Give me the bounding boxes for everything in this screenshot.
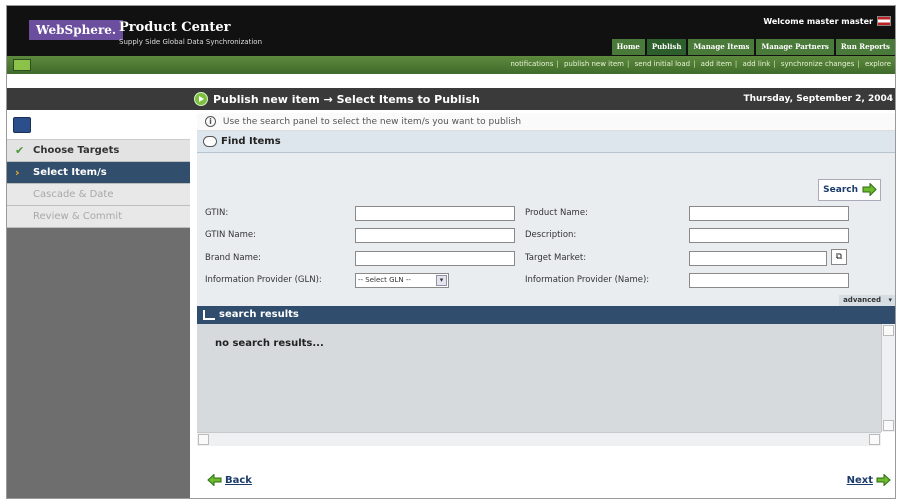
back-link[interactable]: Back — [207, 474, 252, 486]
subnav-link-add-link[interactable]: add link — [742, 60, 770, 68]
main-content: i Use the search panel to select the new… — [197, 113, 895, 498]
product-name-input[interactable] — [689, 206, 849, 221]
wizard-step-label: Select Item/s — [33, 167, 107, 178]
arrow-right-icon — [862, 183, 877, 196]
wizard-step-label: Review & Commit — [33, 211, 123, 222]
wizard-icon — [13, 117, 31, 133]
info-icon: i — [205, 116, 216, 127]
arrow-right-icon — [876, 474, 891, 486]
welcome-text: Welcome master master — [763, 17, 873, 26]
go-arrow-icon — [194, 92, 208, 106]
horizontal-scrollbar[interactable] — [197, 432, 881, 446]
arrow-left-icon — [207, 474, 222, 486]
product-name-label: Product Name: — [525, 208, 588, 218]
speech-bubble-icon — [203, 136, 217, 147]
scroll-down-button[interactable] — [883, 420, 894, 431]
info-provider-name-label: Information Provider (Name): — [525, 275, 650, 285]
websphere-logo: WebSphere. — [29, 20, 124, 40]
info-message-text: Use the search panel to select the new i… — [222, 117, 522, 127]
page-title-bar: Publish new item → Select Items to Publi… — [7, 88, 895, 110]
page-title: Publish new item → Select Items to Publi… — [213, 93, 480, 106]
subnav-link-publish-new-item[interactable]: publish new item — [564, 60, 624, 68]
vertical-scrollbar[interactable] — [881, 324, 895, 432]
scroll-right-button[interactable] — [869, 434, 880, 445]
sub-navigation: notifications | publish new item | send in… — [7, 56, 895, 74]
flag-icon[interactable] — [877, 16, 891, 26]
wizard-footer: Back Next — [197, 463, 895, 493]
top-header: WebSphere. Product Center Supply Side Gl… — [7, 6, 895, 56]
wizard-step-label: Cascade & Date — [33, 189, 114, 200]
info-provider-name-input[interactable] — [689, 273, 849, 288]
scroll-up-button[interactable] — [883, 325, 894, 336]
scroll-left-button[interactable] — [198, 434, 209, 445]
gtin-label: GTIN: — [205, 208, 229, 218]
search-results-area: no search results... — [197, 324, 895, 432]
subnav-link-explore[interactable]: explore — [865, 60, 891, 68]
product-subtitle: Supply Side Global Data Synchronization — [119, 38, 263, 46]
page-date: Thursday, September 2, 2004 — [743, 94, 893, 104]
tab-manage-items[interactable]: Manage Items — [688, 39, 755, 55]
results-icon — [203, 310, 215, 320]
subnav-link-synchronize-changes[interactable]: synchronize changes — [781, 60, 855, 68]
chevron-down-icon: ▾ — [436, 275, 447, 286]
gtin-input[interactable] — [355, 206, 515, 221]
next-label: Next — [846, 475, 873, 486]
search-results-title: search results — [219, 309, 299, 320]
next-link[interactable]: Next — [846, 474, 891, 486]
subnav-link-send-initial-load[interactable]: send initial load — [635, 60, 691, 68]
brand-name-label: Brand Name: — [205, 253, 261, 263]
app-window: WebSphere. Product Center Supply Side Gl… — [6, 5, 896, 499]
wizard-icon-row — [7, 110, 190, 140]
tab-manage-partners[interactable]: Manage Partners — [756, 39, 834, 55]
find-items-panel: Search GTIN: GTIN Name: Brand Name: Info… — [197, 153, 895, 306]
search-results-header: search results — [197, 306, 895, 324]
wizard-step-choose-targets[interactable]: ✔ Choose Targets — [7, 140, 190, 162]
advanced-toggle[interactable]: advanced — [839, 295, 895, 306]
find-items-title: Find Items — [221, 136, 281, 147]
find-items-header: Find Items — [197, 131, 895, 153]
lookup-icon[interactable]: ⧉ — [831, 249, 847, 265]
gtin-name-input[interactable] — [355, 228, 515, 243]
main-tabs: Home Publish Manage Items Manage Partner… — [611, 39, 895, 55]
check-icon: ✔ — [15, 144, 25, 157]
description-input[interactable] — [689, 228, 849, 243]
tab-publish[interactable]: Publish — [646, 39, 687, 55]
search-button-label: Search — [823, 185, 858, 195]
wizard-step-cascade-date: Cascade & Date — [7, 184, 190, 206]
info-message: i Use the search panel to select the new… — [197, 113, 895, 131]
section-logo-icon — [13, 59, 31, 71]
subnav-link-notifications[interactable]: notifications — [510, 60, 553, 68]
target-market-label: Target Market: — [525, 253, 587, 263]
product-title: Product Center — [119, 20, 231, 35]
gln-select[interactable]: -- Select GLN -- ▾ — [355, 273, 449, 288]
gtin-name-label: GTIN Name: — [205, 230, 256, 240]
gln-select-value: -- Select GLN -- — [358, 276, 411, 284]
wizard-sidebar: ✔ Choose Targets › Select Item/s Cascade… — [7, 110, 190, 498]
subnav-link-add-item[interactable]: add item — [701, 60, 732, 68]
tab-run-reports[interactable]: Run Reports — [835, 39, 895, 55]
wizard-step-review-commit: Review & Commit — [7, 206, 190, 228]
subnav-links: notifications | publish new item | send in… — [510, 60, 891, 68]
back-label: Back — [225, 475, 252, 486]
wizard-step-label: Choose Targets — [33, 145, 120, 156]
tab-home[interactable]: Home — [611, 39, 645, 55]
search-button[interactable]: Search — [818, 179, 881, 201]
brand-name-input[interactable] — [355, 251, 515, 266]
description-label: Description: — [525, 230, 577, 240]
current-step-arrow-icon: › — [15, 166, 20, 179]
target-market-input[interactable] — [689, 251, 827, 266]
wizard-step-select-items[interactable]: › Select Item/s — [7, 162, 190, 184]
no-results-text: no search results... — [215, 338, 324, 349]
info-provider-gln-label: Information Provider (GLN): — [205, 275, 322, 285]
